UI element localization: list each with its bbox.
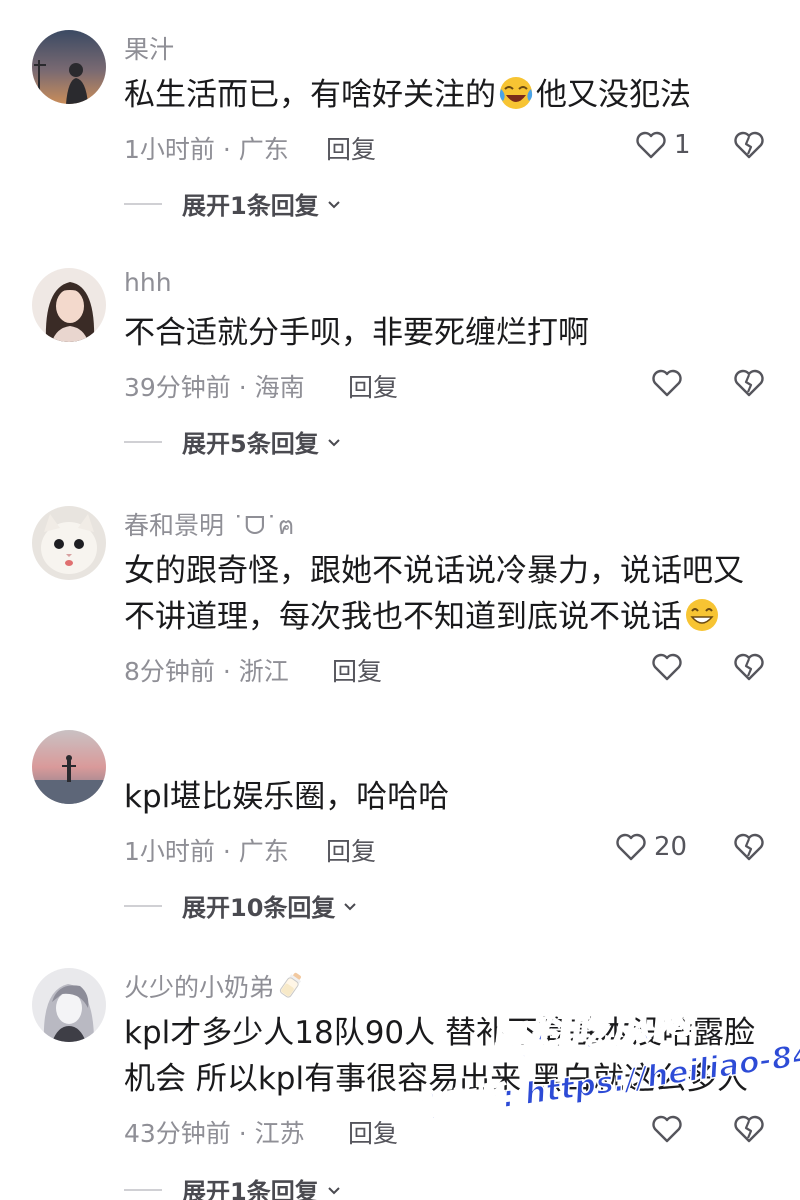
- heart-icon: [636, 131, 666, 159]
- username[interactable]: hhh: [124, 268, 172, 297]
- avatar[interactable]: [32, 268, 106, 342]
- comment-text: kpl才多少人18队90人 替补不算基本没啥露脸机会 所以kpl有事很容易出来 …: [124, 1015, 755, 1097]
- avatar[interactable]: [32, 730, 106, 804]
- expand-replies[interactable]: 展开1条回复: [124, 186, 343, 221]
- heart-icon: [616, 833, 646, 861]
- comment-feed: 果汁 私生活而已，有啥好关注的 他又没犯法 1小时前 · 广东 回复 1 展开1条…: [0, 0, 800, 1200]
- heart-icon: [652, 653, 682, 681]
- comment-text-part: 女的跟奇怪，跟她不说话说冷暴力，说话吧又不讲道理，每次我也不知道到底说不说话: [124, 553, 744, 635]
- heart-icon: [652, 369, 682, 397]
- reply-button[interactable]: 回复: [326, 130, 376, 166]
- divider: [124, 1188, 162, 1191]
- dislike-button[interactable]: [732, 128, 766, 162]
- reply-button[interactable]: 回复: [348, 368, 398, 404]
- avatar[interactable]: [32, 506, 106, 580]
- username[interactable]: 火少的小奶弟: [124, 968, 308, 1004]
- divider: [124, 202, 162, 205]
- chevron-down-icon: [327, 1186, 340, 1194]
- like-button[interactable]: 20: [614, 830, 687, 864]
- reply-button[interactable]: 回复: [326, 832, 376, 868]
- grinning-emoji: [684, 597, 720, 633]
- expand-label: 展开10条回复: [182, 894, 336, 922]
- broken-heart-icon: [734, 131, 764, 159]
- username[interactable]: 果汁: [124, 30, 174, 66]
- expand-replies[interactable]: 展开10条回复: [124, 888, 359, 923]
- like-button[interactable]: [650, 366, 684, 400]
- chevron-down-icon: [327, 438, 340, 446]
- comment-meta: 43分钟前 · 江苏: [124, 1119, 305, 1148]
- heart-icon: [652, 1115, 682, 1143]
- comment-text: 女的跟奇怪，跟她不说话说冷暴力，说话吧又不讲道理，每次我也不知道到底说不说话: [124, 548, 769, 640]
- divider: [124, 440, 162, 443]
- like-button[interactable]: [650, 650, 684, 684]
- like-button[interactable]: [650, 1112, 684, 1146]
- chevron-down-icon: [344, 902, 357, 910]
- avatar[interactable]: [32, 968, 106, 1042]
- dislike-button[interactable]: [732, 1112, 766, 1146]
- expand-label: 展开5条回复: [182, 430, 319, 458]
- laughing-crying-emoji: [498, 75, 534, 111]
- broken-heart-icon: [734, 653, 764, 681]
- expand-replies[interactable]: 展开1条回复: [124, 1172, 343, 1200]
- avatar[interactable]: [32, 30, 106, 104]
- like-count: 20: [654, 832, 688, 862]
- dislike-button[interactable]: [732, 830, 766, 864]
- broken-heart-icon: [734, 1115, 764, 1143]
- broken-heart-icon: [734, 369, 764, 397]
- reply-button[interactable]: 回复: [332, 652, 382, 688]
- dislike-button[interactable]: [732, 650, 766, 684]
- expand-replies[interactable]: 展开5条回复: [124, 424, 343, 459]
- like-count: 1: [674, 130, 691, 160]
- comment-text: kpl堪比娱乐圈，哈哈哈: [124, 779, 450, 815]
- comment-meta: 8分钟前 · 浙江: [124, 657, 289, 686]
- baby-bottle-emoji: [276, 970, 306, 1000]
- chevron-down-icon: [327, 200, 340, 208]
- divider: [124, 904, 162, 907]
- reply-button[interactable]: 回复: [348, 1114, 398, 1150]
- comment-text: 私生活而已，有啥好关注的 他又没犯法: [124, 72, 769, 118]
- like-button[interactable]: 1: [634, 128, 691, 162]
- comment-text-part: 他又没犯法: [536, 77, 691, 113]
- comment-meta: 1小时前 · 广东: [124, 837, 289, 866]
- dislike-button[interactable]: [732, 366, 766, 400]
- comment-text: 不合适就分手呗，非要死缠烂打啊: [124, 315, 589, 351]
- comment-text-part: 私生活而已，有啥好关注的: [124, 77, 496, 113]
- broken-heart-icon: [734, 833, 764, 861]
- comment-meta: 39分钟前 · 海南: [124, 373, 305, 402]
- expand-label: 展开1条回复: [182, 1178, 319, 1200]
- comment-meta: 1小时前 · 广东: [124, 135, 289, 164]
- username[interactable]: 春和景明 ˙ᗜ˙ฅ: [124, 506, 294, 546]
- expand-label: 展开1条回复: [182, 192, 319, 220]
- username-text: 火少的小奶弟: [124, 973, 275, 1002]
